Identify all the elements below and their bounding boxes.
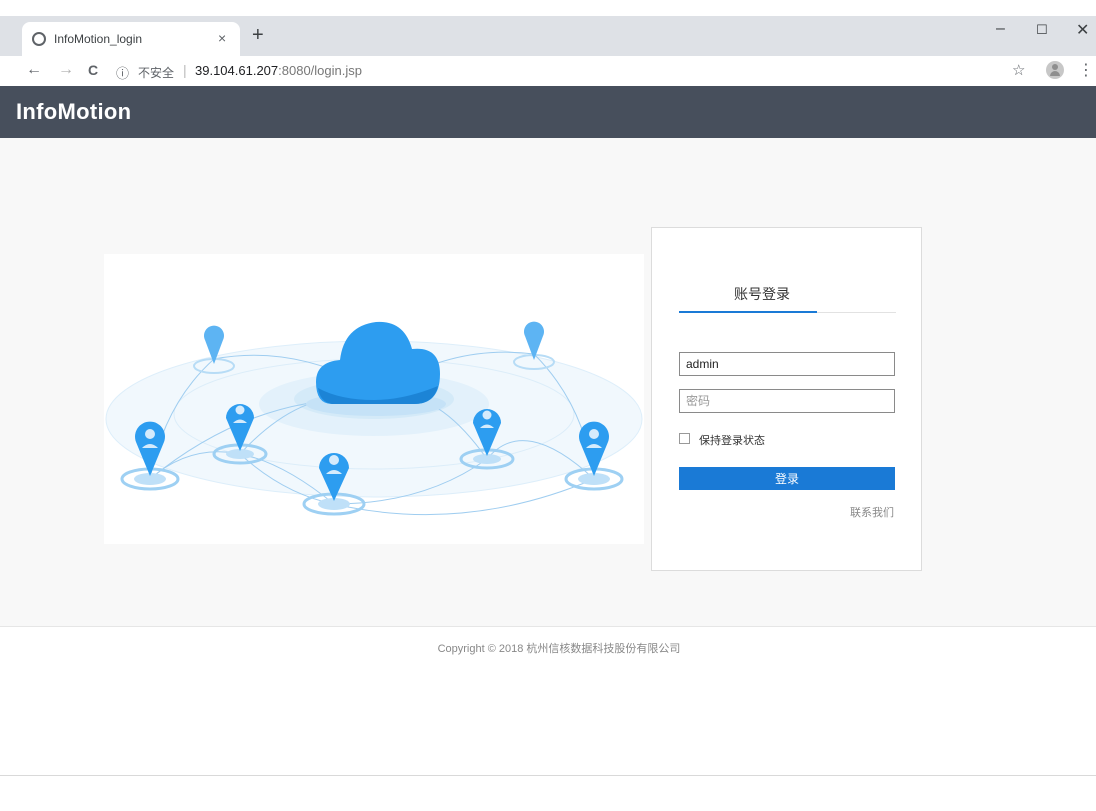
login-tab-account[interactable]: 账号登录 <box>652 284 872 304</box>
footer-divider <box>0 626 1096 627</box>
password-input[interactable] <box>679 389 895 413</box>
browser-toolbar: ← → C ⓘ 不安全 | 39.104.61.207:8080/login.j… <box>0 56 1096 87</box>
url-host: 39.104.61.207 <box>195 63 279 78</box>
tab-title: InfoMotion_login <box>54 32 143 46</box>
reload-icon[interactable]: C <box>88 62 98 78</box>
tab-close-icon[interactable]: × <box>218 30 226 46</box>
tab-active-indicator <box>679 311 817 313</box>
profile-avatar[interactable] <box>1046 61 1064 79</box>
new-tab-icon[interactable]: + <box>252 24 264 47</box>
minimize-icon[interactable]: – <box>996 20 1005 38</box>
app-header: InfoMotion <box>0 86 1096 138</box>
info-icon[interactable]: ⓘ <box>116 63 129 82</box>
login-button[interactable]: 登录 <box>679 467 895 490</box>
cloud-icon <box>306 321 446 416</box>
browser-tab-bar: InfoMotion_login × + – ☐ ✕ <box>0 16 1096 56</box>
address-url: 39.104.61.207:8080/login.jsp <box>195 63 362 78</box>
login-card: 账号登录 保持登录状态 登录 联系我们 <box>651 227 922 571</box>
browser-tab[interactable]: InfoMotion_login × <box>22 22 240 56</box>
username-input[interactable] <box>679 352 895 376</box>
cloud-network-illustration <box>104 254 644 544</box>
copyright-text: Copyright © 2018 杭州信核数据科技股份有限公司 <box>437 643 681 655</box>
url-path: :8080/login.jsp <box>278 63 362 78</box>
contact-us-link[interactable]: 联系我们 <box>850 504 894 520</box>
close-window-icon[interactable]: ✕ <box>1076 20 1089 40</box>
address-bar[interactable]: ⓘ 不安全 | 39.104.61.207:8080/login.jsp <box>112 60 1012 82</box>
bookmark-star-icon[interactable]: ☆ <box>1012 61 1025 79</box>
brand-logo: InfoMotion <box>16 99 132 124</box>
cloud-network-graphic <box>105 321 643 516</box>
security-label: 不安全 <box>138 66 175 80</box>
address-separator: | <box>183 62 187 78</box>
window-bottom-edge <box>0 775 1096 776</box>
forward-icon[interactable]: → <box>58 61 74 79</box>
browser-menu-icon[interactable]: ⋮ <box>1078 60 1094 80</box>
remember-me-label: 保持登录状态 <box>699 435 765 447</box>
maximize-icon[interactable]: ☐ <box>1036 22 1048 38</box>
remember-me-checkbox[interactable] <box>679 433 690 444</box>
globe-icon <box>32 32 46 46</box>
back-icon[interactable]: ← <box>26 61 42 79</box>
main-area: 账号登录 保持登录状态 登录 联系我们 <box>0 138 1096 626</box>
